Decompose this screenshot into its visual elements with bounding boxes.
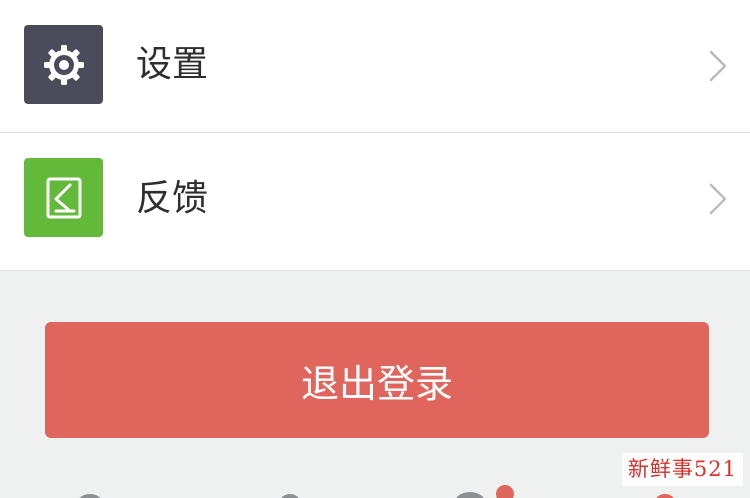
menu-item-settings[interactable]: 设置 (0, 0, 750, 132)
settings-icon-tile (24, 25, 103, 104)
feedback-icon-tile (24, 158, 103, 237)
feedback-label: 反馈 (136, 178, 209, 219)
settings-label: 设置 (136, 44, 209, 85)
chevron-right-icon (709, 183, 727, 215)
menu-item-feedback[interactable]: 反馈 (0, 132, 750, 271)
watermark-text: 新鲜事521 (621, 453, 743, 487)
feedback-icon (46, 177, 81, 218)
chevron-right-icon (709, 50, 727, 82)
logout-button[interactable]: 退出登录 (45, 322, 709, 438)
gear-icon (43, 44, 84, 85)
settings-menu: 设置 反馈 (0, 0, 750, 271)
